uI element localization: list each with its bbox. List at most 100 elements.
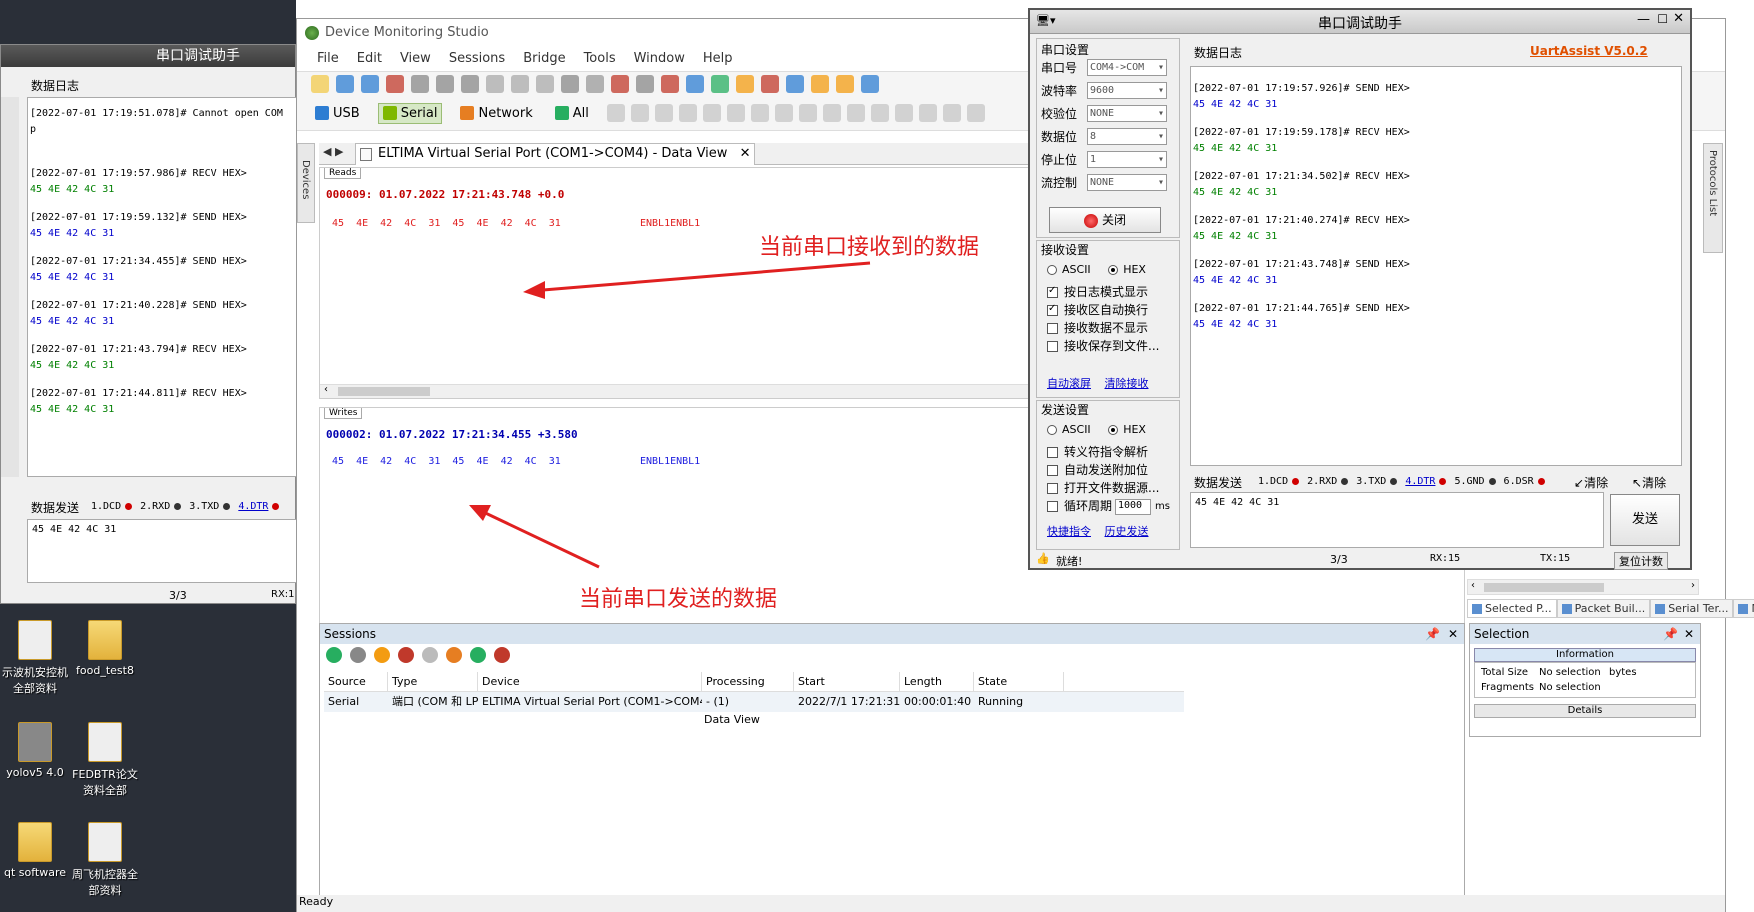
recv-hex-radio[interactable]: HEX: [1108, 263, 1146, 276]
pin-indicator[interactable]: 4.DTR: [238, 501, 268, 512]
desktop-icon-1[interactable]: 示波机安控机 全部资料: [0, 620, 70, 696]
uart-title: 串口调试助手: [1318, 16, 1402, 32]
shortcut-commands-link[interactable]: 快捷指令: [1047, 525, 1091, 538]
pin-icon[interactable]: 📌: [1425, 624, 1440, 644]
send-ascii-radio[interactable]: ASCII: [1047, 423, 1091, 436]
pin-indicator[interactable]: 2.RXD: [1307, 476, 1337, 487]
bottom-tab[interactable]: Packet Buil...: [1556, 599, 1651, 618]
period-input[interactable]: 1000: [1115, 499, 1151, 515]
close-port-button[interactable]: 关闭: [1049, 207, 1161, 233]
pin-indicator[interactable]: 3.TXD: [189, 501, 219, 512]
recv-ascii-radio[interactable]: ASCII: [1047, 263, 1091, 276]
serial-field-label: 数据位: [1041, 130, 1078, 144]
sessions-toolbar: [320, 644, 1464, 670]
log-entry-header: [2022-07-01 17:19:59.178]# RECV HEX>: [1193, 127, 1410, 138]
pin-led-icon: [1439, 477, 1447, 485]
serial-field-select[interactable]: 8: [1087, 128, 1167, 145]
option-checkbox[interactable]: 接收保存到文件...: [1047, 337, 1159, 355]
pin-indicator[interactable]: 5.GND: [1454, 476, 1484, 487]
column-header[interactable]: Length: [900, 672, 974, 691]
selection-key: Fragments: [1481, 682, 1534, 693]
sessions-table: Source Type Device Processing Start Length Sta…: [324, 672, 1184, 728]
desktop-icon-4[interactable]: FEDBTR论文 资料全部: [70, 722, 140, 798]
pin-indicator[interactable]: 4.DTR: [1405, 476, 1435, 487]
serial-field-select[interactable]: COM4->COM: [1087, 59, 1167, 76]
uart-send-label: 数据发送: [1194, 476, 1243, 490]
column-header[interactable]: Source: [324, 672, 388, 691]
clear-recv-button[interactable]: ↖清除: [1632, 474, 1666, 491]
clear-send-button[interactable]: ↙清除: [1574, 474, 1608, 491]
column-header[interactable]: State: [974, 672, 1064, 691]
option-checkbox[interactable]: 接收区自动换行: [1047, 301, 1159, 319]
selection-close-icon[interactable]: ✕: [1684, 624, 1694, 644]
sessions-toolbar-icon[interactable]: [422, 647, 438, 663]
left-uart-send-input[interactable]: 45 4E 42 4C 31: [27, 519, 297, 583]
serial-field-select[interactable]: NONE: [1087, 174, 1167, 191]
column-header[interactable]: Device: [478, 672, 702, 691]
option-checkbox[interactable]: 转义符指令解析: [1047, 443, 1159, 461]
bottom-tab[interactable]: MODBUS ...: [1733, 599, 1754, 618]
close-port-label: 关闭: [1101, 213, 1126, 227]
auto-scroll-link[interactable]: 自动滚屏: [1047, 377, 1091, 390]
serial-field-select[interactable]: NONE: [1087, 105, 1167, 122]
option-checkbox[interactable]: 打开文件数据源...: [1047, 479, 1159, 497]
bottom-tab[interactable]: Selected P...: [1467, 599, 1557, 618]
serial-field-select[interactable]: 1: [1087, 151, 1167, 168]
option-checkbox[interactable]: 接收数据不显示: [1047, 319, 1159, 337]
sessions-toolbar-icon[interactable]: [398, 647, 414, 663]
sessions-toolbar-icon[interactable]: [326, 647, 342, 663]
column-header[interactable]: Start: [794, 672, 900, 691]
left-uart-send-label: 数据发送: [31, 501, 80, 515]
maximize-icon[interactable]: ☐: [1657, 12, 1668, 26]
sessions-toolbar-icon[interactable]: [470, 647, 486, 663]
log-entry-header: [2022-07-01 17:19:57.986]# RECV HEX>: [30, 168, 247, 179]
column-header[interactable]: Type: [388, 672, 478, 691]
option-checkbox[interactable]: 自动发送附加位: [1047, 461, 1159, 479]
pin-indicator[interactable]: 6.DSR: [1504, 476, 1534, 487]
column-header[interactable]: Processing: [702, 672, 794, 691]
pin-led-icon: [125, 502, 133, 510]
log-entry-header: [2022-07-01 17:21:43.748]# SEND HEX>: [1193, 259, 1410, 270]
log-entry-data: 45 4E 42 4C 31: [30, 316, 115, 327]
recv-settings-group: 接收设置 ASCII HEX 按日志模式显示接收区自动换行接收数据不显示接收保存…: [1036, 240, 1180, 398]
serial-field-label: 流控制: [1041, 176, 1078, 190]
clear-recv-link[interactable]: 清除接收: [1105, 377, 1149, 390]
pin-indicator[interactable]: 2.RXD: [140, 501, 170, 512]
minimize-icon[interactable]: —: [1637, 12, 1650, 27]
serial-field-select[interactable]: 9600: [1087, 82, 1167, 99]
checkbox-box: [1047, 323, 1058, 334]
desktop-icon-3[interactable]: yolov5 4.0: [0, 722, 70, 779]
protocols-side-tab[interactable]: Protocols List: [1703, 143, 1723, 253]
desktop-icon-5[interactable]: qt software: [0, 822, 70, 879]
reset-count-button[interactable]: 复位计数: [1614, 552, 1668, 570]
desktop-icon-6[interactable]: 周飞机控器全 部资料: [70, 822, 140, 898]
send-hex-radio[interactable]: HEX: [1108, 423, 1146, 436]
sessions-toolbar-icon[interactable]: [494, 647, 510, 663]
bottom-tab[interactable]: Serial Ter...: [1650, 599, 1734, 618]
pin-indicator[interactable]: 1.DCD: [1258, 476, 1288, 487]
tab-icon: [1472, 604, 1482, 614]
send-history-link[interactable]: 历史发送: [1105, 525, 1149, 538]
pin-indicator[interactable]: 1.DCD: [91, 501, 121, 512]
ready-icon: 👍: [1036, 552, 1050, 565]
uart-log-area: [2022-07-01 17:19:57.926]# SEND HEX> 45 4…: [1190, 66, 1682, 466]
sessions-toolbar-icon[interactable]: [446, 647, 462, 663]
sessions-title: Sessions: [324, 627, 377, 641]
desktop-icon-2[interactable]: food_test8: [70, 620, 140, 677]
uart-send-input[interactable]: 45 4E 42 4C 31: [1190, 492, 1604, 548]
sessions-toolbar-icon[interactable]: [374, 647, 390, 663]
selection-details[interactable]: Details: [1474, 704, 1696, 718]
checkbox-box: [1047, 465, 1058, 476]
sessions-toolbar-icon[interactable]: [350, 647, 366, 663]
selection-pin-icon[interactable]: 📌: [1663, 624, 1678, 644]
option-checkbox[interactable]: 按日志模式显示: [1047, 283, 1159, 301]
selection-value: No selection: [1539, 682, 1601, 693]
close-panel-icon[interactable]: ✕: [1448, 624, 1458, 644]
table-cell: 00:00:01:40: [904, 695, 972, 708]
table-row[interactable]: Serial 端口 (COM 和 LPT) ELTIMA Virtual Seria…: [324, 692, 1184, 712]
close-window-icon[interactable]: ✕: [1673, 11, 1684, 26]
pin-indicator[interactable]: 3.TXD: [1356, 476, 1386, 487]
selection-title: Selection: [1474, 627, 1530, 641]
bottom-tab-label: Serial Ter...: [1668, 602, 1729, 615]
send-button[interactable]: 发送: [1610, 494, 1680, 546]
